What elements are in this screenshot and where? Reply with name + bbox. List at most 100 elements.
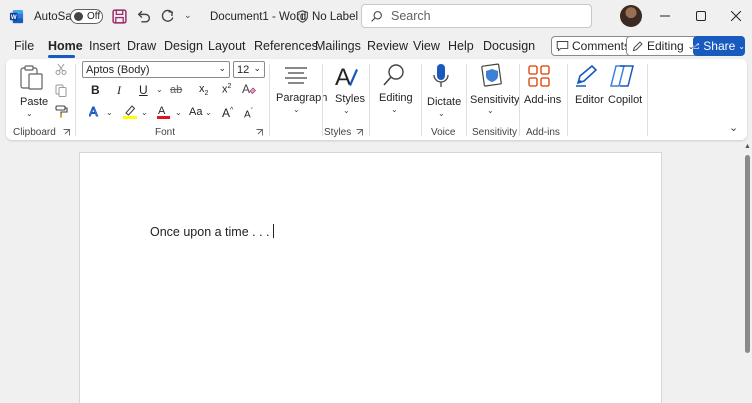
dictate-label[interactable]: Dictate (427, 96, 461, 108)
comments-button[interactable]: Comments (551, 36, 636, 56)
find-search-icon[interactable] (382, 63, 406, 89)
grow-font-letter: A (222, 106, 231, 120)
cut-icon[interactable] (55, 63, 67, 75)
font-color-chevron-icon[interactable]: ⌄ (175, 108, 182, 117)
dialog-launcher-icon[interactable] (63, 129, 70, 136)
group-separator (647, 64, 648, 136)
add-ins-icon[interactable] (528, 65, 550, 87)
italic-button[interactable]: I (117, 83, 121, 98)
chevron-down-icon: ⌄ (738, 41, 745, 51)
sensitivity-group-label: Sensitivity (472, 127, 518, 138)
paragraph-label[interactable]: Paragraph (276, 92, 327, 104)
sensitivity-chevron-icon[interactable]: ⌄ (487, 106, 494, 115)
search-input[interactable] (391, 9, 571, 23)
sensitivity-label-badge[interactable]: No Label (296, 10, 358, 23)
svg-text:A: A (158, 105, 166, 117)
add-ins-label[interactable]: Add-ins (524, 94, 561, 106)
editor-label[interactable]: Editor (575, 94, 604, 106)
shrink-font-arrow-icon: ˇ (250, 108, 254, 115)
share-button[interactable]: Share ⌄ (693, 36, 745, 56)
sensitivity-icon[interactable] (480, 63, 504, 89)
autosave-state: Off (87, 11, 101, 22)
underline-chevron-icon[interactable]: ⌄ (156, 85, 163, 94)
tab-review[interactable]: Review (367, 39, 408, 53)
format-painter-icon[interactable] (55, 105, 68, 118)
collapse-ribbon-chevron-icon[interactable]: ⌄ (729, 121, 738, 134)
paste-options-chevron-icon[interactable]: ⌄ (26, 109, 33, 118)
active-tab-indicator (48, 55, 75, 58)
paragraph-icon[interactable] (284, 66, 308, 86)
bold-button[interactable]: B (91, 83, 100, 97)
superscript-button[interactable]: x2 (222, 83, 231, 96)
tab-draw[interactable]: Draw (127, 39, 156, 53)
vertical-scrollbar[interactable]: ▲ (744, 143, 752, 403)
tab-mailings[interactable]: Mailings (315, 39, 361, 53)
subscript-mark: 2 (204, 90, 209, 98)
copy-icon[interactable] (55, 84, 67, 97)
document-page[interactable]: Once upon a time . . . (79, 152, 662, 403)
dictate-chevron-icon[interactable]: ⌄ (438, 109, 445, 118)
tab-design[interactable]: Design (164, 39, 203, 53)
editor-icon[interactable] (574, 63, 600, 89)
sensitivity-label[interactable]: Sensitivity (470, 94, 520, 106)
paste-icon[interactable] (19, 64, 45, 92)
styles-label[interactable]: Styles (335, 93, 365, 105)
redo-icon[interactable] (159, 8, 176, 25)
editing-mode-button[interactable]: Editing ⌄ (626, 36, 700, 56)
strikethrough-button[interactable]: ab (170, 84, 182, 96)
scrollbar-thumb[interactable] (745, 155, 750, 353)
microphone-icon[interactable] (432, 63, 450, 91)
copilot-label[interactable]: Copilot (608, 94, 642, 106)
group-separator (421, 64, 422, 136)
svg-text:A: A (242, 82, 250, 96)
search-box[interactable] (361, 4, 592, 28)
text-effects-icon[interactable]: A (89, 104, 104, 118)
tab-view[interactable]: View (413, 39, 440, 53)
font-color-icon[interactable]: A (156, 104, 171, 119)
tab-references[interactable]: References (254, 39, 318, 53)
font-name-select[interactable]: Aptos (Body) ⌄ (82, 61, 230, 78)
paste-label[interactable]: Paste (20, 96, 48, 108)
save-icon[interactable] (111, 8, 128, 25)
close-button[interactable] (728, 8, 744, 24)
change-case-chevron-icon[interactable]: ⌄ (205, 108, 212, 117)
highlighter-icon[interactable] (122, 104, 138, 119)
group-separator (369, 64, 370, 136)
sensitivity-label-text: No Label (312, 10, 359, 23)
styles-dialog-launcher-icon[interactable] (356, 129, 363, 136)
shrink-font-letter: A (244, 109, 251, 121)
font-dialog-launcher-icon[interactable] (256, 129, 263, 136)
autosave-toggle[interactable]: Off (70, 9, 103, 24)
minimize-button[interactable] (657, 8, 673, 24)
maximize-button[interactable] (693, 8, 709, 24)
grow-font-button[interactable]: A^ (222, 106, 233, 120)
tab-home[interactable]: Home (48, 39, 83, 53)
highlight-color-chevron-icon[interactable]: ⌄ (141, 108, 148, 117)
subscript-button[interactable]: x2 (199, 83, 208, 97)
change-case-button[interactable]: Aa (189, 106, 202, 118)
paragraph-chevron-icon[interactable]: ⌄ (293, 105, 300, 114)
clear-formatting-icon[interactable]: A (242, 82, 256, 96)
scroll-up-arrow-icon[interactable]: ▲ (744, 143, 751, 150)
underline-button[interactable]: U (139, 83, 148, 97)
styles-chevron-icon[interactable]: ⌄ (343, 106, 350, 115)
font-size-select[interactable]: 12 ⌄ (233, 61, 265, 78)
text-caret (272, 224, 274, 238)
tab-insert[interactable]: Insert (89, 39, 120, 53)
text-effects-chevron-icon[interactable]: ⌄ (106, 108, 113, 117)
tab-docusign[interactable]: Docusign (483, 39, 535, 53)
tab-layout[interactable]: Layout (208, 39, 246, 53)
undo-icon[interactable] (135, 8, 152, 25)
tab-file[interactable]: File (14, 39, 34, 53)
styles-icon[interactable]: A (333, 63, 359, 91)
quick-access-dropdown-icon[interactable]: ⌄ (184, 10, 192, 21)
superscript-mark: 2 (227, 83, 232, 90)
document-body-text[interactable]: Once upon a time . . . (150, 224, 274, 239)
shrink-font-button[interactable]: Aˇ (244, 108, 253, 120)
editing-chevron-icon[interactable]: ⌄ (391, 105, 398, 114)
tab-help[interactable]: Help (448, 39, 474, 53)
user-avatar[interactable] (620, 5, 642, 27)
group-separator (322, 64, 323, 136)
copilot-icon[interactable] (609, 64, 635, 88)
editing-label[interactable]: Editing (379, 92, 413, 104)
